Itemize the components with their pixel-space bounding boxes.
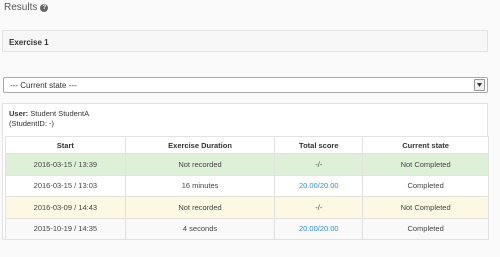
header-start: Start (5, 136, 126, 154)
cell-start: 2016-03-09 / 14:43 (5, 196, 126, 219)
cell-duration: Not recorded (124, 153, 276, 176)
user-info: User: Student StudentA (StudentID: -) (9, 109, 89, 129)
table-row: 2016-03-09 / 14:43 Not recorded -/- Not … (5, 196, 489, 219)
cell-start: 2016-03-15 / 13:03 (5, 174, 126, 197)
table-row: 2016-03-15 / 13:03 16 minutes 20.00/20.0… (5, 174, 489, 197)
cell-duration: 16 minutes (124, 174, 276, 197)
cell-score: -/- (274, 196, 364, 219)
exercise-panel: Exercise 1 (2, 30, 488, 52)
cell-duration: 4 seconds (124, 217, 276, 240)
header-state: Current state (362, 136, 489, 154)
results-table: Start Exercise Duration Total score Curr… (5, 136, 489, 240)
score-link[interactable]: 20.00/20.00 (299, 181, 339, 190)
table-header-row: Start Exercise Duration Total score Curr… (5, 136, 489, 154)
question-circle-icon[interactable]: ? (40, 3, 49, 12)
cell-state: Not Completed (362, 196, 489, 219)
cell-state: Completed (362, 174, 489, 197)
cell-score: 20.00/20.00 (274, 174, 364, 197)
cell-score: -/- (274, 153, 364, 176)
user-label: User: (9, 109, 29, 118)
user-results-panel: User: Student StudentA (StudentID: -) St… (2, 103, 489, 240)
cell-duration: Not recorded (124, 196, 276, 219)
cell-start: 2016-03-15 / 13:39 (5, 153, 126, 176)
current-state-select[interactable]: --- Current state --- (3, 77, 488, 93)
current-state-select-value: --- Current state --- (10, 81, 77, 90)
cell-state: Completed (362, 217, 489, 240)
header-duration: Exercise Duration (124, 136, 276, 154)
cell-start: 2015-10-19 / 14:35 (5, 217, 126, 240)
table-row: 2015-10-19 / 14:35 4 seconds 20.00/20.00… (5, 217, 489, 240)
user-name: Student StudentA (30, 109, 90, 118)
chevron-down-icon[interactable] (474, 79, 485, 91)
results-title-label: Results (4, 2, 38, 13)
cell-score: 20.00/20.00 (274, 217, 364, 240)
score-link[interactable]: 20.00/20.00 (299, 224, 339, 233)
cell-state: Not Completed (362, 153, 489, 176)
exercise-title: Exercise 1 (9, 38, 49, 47)
table-row: 2016-03-15 / 13:39 Not recorded -/- Not … (5, 153, 489, 176)
header-score: Total score (274, 136, 364, 154)
page-title: Results ? (4, 2, 49, 13)
student-id: (StudentID: -) (9, 119, 55, 128)
